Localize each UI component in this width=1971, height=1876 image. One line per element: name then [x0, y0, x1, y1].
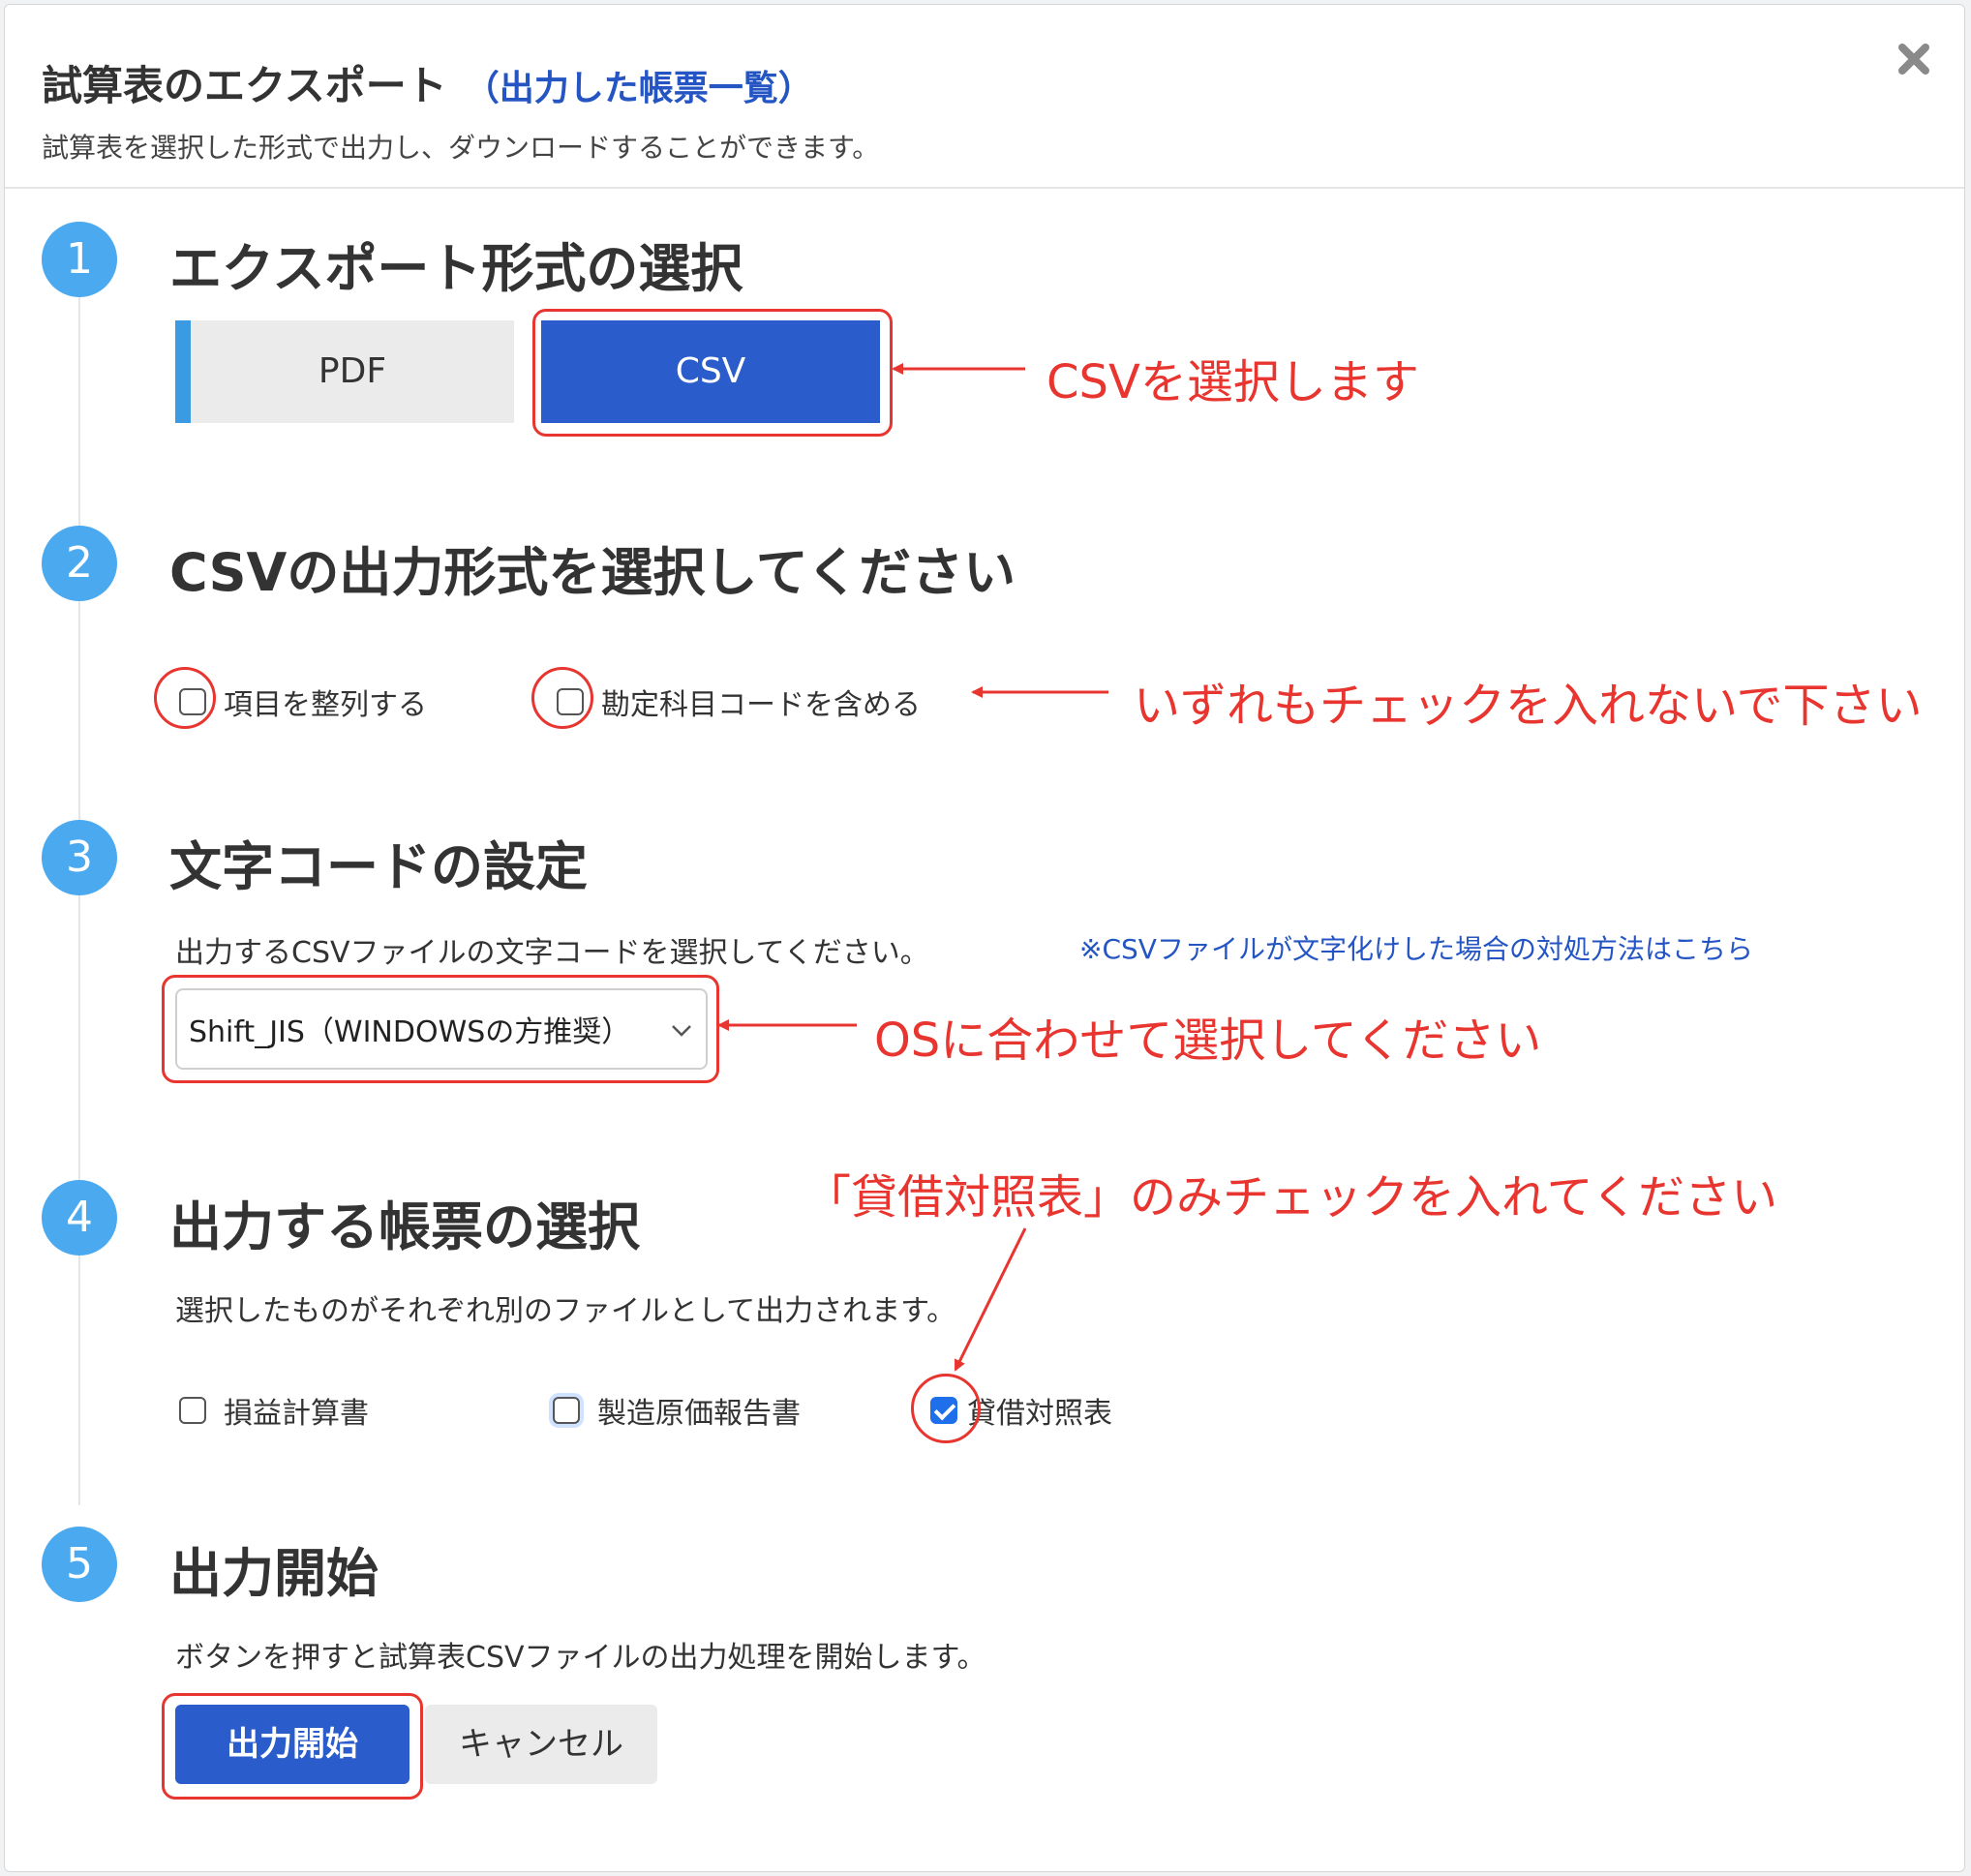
annotation-arrows [717, 363, 1108, 1372]
arrow-to-balance-sheet [954, 1227, 1027, 1372]
export-modal: 試算表のエクスポート （出力した帳票一覧） 試算表を選択した形式で出力し、ダウンロ… [4, 4, 1965, 1872]
